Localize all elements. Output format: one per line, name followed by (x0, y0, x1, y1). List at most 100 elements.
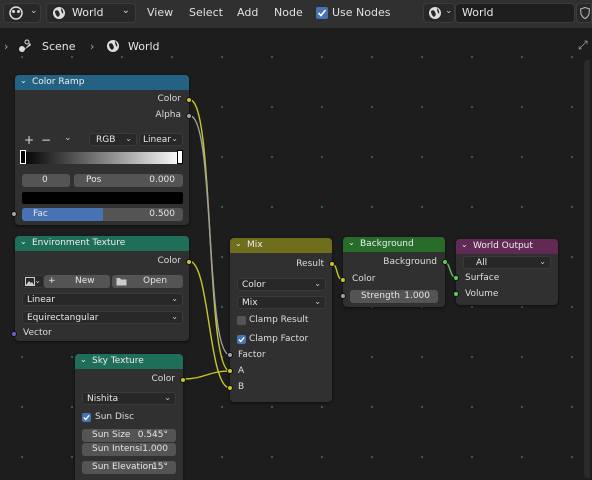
sun-size-label: Sun Size (92, 430, 131, 440)
mix-header[interactable]: ⌄ Mix (230, 238, 332, 253)
sun-size-field[interactable]: Sun Size 0.545° (82, 429, 176, 442)
sun-intensity-field[interactable]: Sun Intensi 1.000 (82, 443, 176, 456)
chevron-down-icon: ⌄ (125, 134, 132, 143)
output-color-socket[interactable] (180, 377, 186, 383)
clamp-result-checkbox[interactable] (237, 316, 246, 325)
collapse-chevron-icon[interactable]: ⌄ (20, 237, 27, 246)
output-result-label: Result (296, 259, 324, 269)
sun-elevation-value: 15° (152, 462, 168, 472)
interpolation-value: Linear (143, 135, 171, 145)
mix-node[interactable]: ⌄ Mix Result Color ⌄ Mix ⌄ Clamp Result … (227, 238, 335, 402)
strength-label: Strength (361, 291, 400, 301)
fac-value: 0.500 (149, 209, 175, 219)
link-sky-color-to-mix-a (182, 370, 231, 380)
target-dropdown[interactable]: All ⌄ (463, 256, 551, 269)
sky-texture-header[interactable]: ⌄ Sky Texture (75, 354, 183, 369)
strength-field[interactable]: Strength 1.000 (350, 290, 438, 303)
input-surface-label: Surface (465, 273, 500, 283)
input-strength-socket[interactable] (340, 293, 346, 299)
input-vector-socket[interactable] (11, 331, 17, 337)
interpolation-value: Linear (27, 295, 55, 305)
clamp-factor-checkbox[interactable] (237, 335, 246, 344)
output-result-socket[interactable] (329, 261, 335, 267)
input-fac-socket[interactable] (11, 211, 17, 217)
output-background-socket[interactable] (442, 259, 448, 265)
environment-texture-title: Environment Texture (32, 238, 126, 248)
chevron-down-icon: ⌄ (34, 276, 41, 285)
stop-position-field[interactable]: Pos 0.000 (74, 174, 183, 187)
interpolation-dropdown[interactable]: Linear ⌄ (139, 133, 183, 146)
input-volume-socket[interactable] (453, 291, 459, 297)
chevron-down-icon: ⌄ (314, 297, 321, 306)
color-ramp-gradient[interactable] (22, 152, 182, 164)
background-header[interactable]: ⌄ Background (343, 237, 445, 252)
input-b-socket[interactable] (227, 385, 233, 391)
sky-type-dropdown[interactable]: Nishita ⌄ (82, 392, 176, 405)
output-background-label: Background (383, 257, 437, 267)
remove-stop-button[interactable]: − (41, 133, 51, 147)
add-stop-button[interactable]: + (24, 133, 34, 147)
output-alpha-label: Alpha (155, 110, 181, 120)
collapse-chevron-icon[interactable]: ⌄ (80, 355, 87, 364)
input-a-socket[interactable] (227, 368, 233, 374)
interpolation-dropdown[interactable]: Linear ⌄ (22, 293, 183, 306)
new-image-button[interactable]: + New (44, 275, 110, 288)
background-node[interactable]: ⌄ Background Background Color Strength 1… (340, 237, 448, 307)
collapse-chevron-icon[interactable]: ⌄ (461, 240, 468, 249)
stop-index-value: 0 (42, 175, 48, 185)
input-a-label: A (238, 366, 245, 376)
input-color-label: Color (352, 274, 376, 284)
chevron-down-icon: ⌄ (164, 393, 171, 402)
checkmark-icon (83, 414, 90, 421)
input-factor-socket[interactable] (227, 352, 233, 358)
mix-title: Mix (247, 240, 263, 250)
collapse-chevron-icon[interactable]: ⌄ (348, 238, 355, 247)
stop-index-field[interactable]: 0 (22, 174, 70, 187)
clamp-factor-label: Clamp Factor (249, 334, 309, 344)
output-color-socket[interactable] (186, 259, 192, 265)
sky-type-value: Nishita (87, 394, 119, 404)
input-color-socket[interactable] (340, 277, 346, 283)
blend-type-dropdown[interactable]: Mix ⌄ (237, 296, 326, 309)
stop-color-swatch[interactable] (22, 192, 183, 204)
collapse-chevron-icon[interactable]: ⌄ (235, 239, 242, 248)
input-surface-socket[interactable] (453, 275, 459, 281)
ramp-specials-menu[interactable]: ⌄ (64, 133, 72, 143)
sky-texture-node[interactable]: ⌄ Sky Texture Color Nishita ⌄ Sun Disc S… (75, 354, 186, 480)
sidebar-edge[interactable] (584, 60, 590, 478)
background-title: Background (360, 239, 414, 249)
projection-dropdown[interactable]: Equirectangular ⌄ (22, 311, 183, 324)
input-vector-label: Vector (23, 328, 52, 338)
output-color-label: Color (157, 94, 182, 104)
projection-value: Equirectangular (27, 313, 99, 323)
open-image-button[interactable]: Open (112, 275, 183, 288)
color-ramp-header[interactable]: ⌄ Color Ramp (15, 75, 189, 90)
fac-slider[interactable]: Fac 0.500 (22, 208, 183, 221)
output-alpha-socket[interactable] (186, 113, 192, 119)
environment-texture-header[interactable]: ⌄ Environment Texture (15, 236, 189, 251)
ramp-stop-white[interactable] (177, 150, 183, 164)
world-output-header[interactable]: ⌄ World Output (456, 239, 558, 254)
world-output-node[interactable]: ⌄ World Output All ⌄ Surface Volume (453, 239, 558, 305)
image-browse-button[interactable]: ⌄ (22, 275, 44, 288)
data-type-dropdown[interactable]: Color ⌄ (237, 278, 326, 291)
collapse-chevron-icon[interactable]: ⌄ (20, 76, 27, 85)
output-color-socket[interactable] (186, 97, 192, 103)
checkmark-icon (238, 336, 245, 343)
sky-texture-title: Sky Texture (92, 356, 144, 366)
folder-icon (116, 278, 127, 286)
stop-position-value: 0.000 (149, 175, 175, 185)
sun-disc-checkbox[interactable] (82, 413, 91, 422)
input-b-label: B (238, 382, 245, 392)
plus-icon: + (48, 276, 56, 286)
environment-texture-node[interactable]: ⌄ Environment Texture Color ⌄ + New Open… (11, 236, 192, 341)
sun-elevation-field[interactable]: Sun Elevation 15° (82, 461, 176, 474)
ramp-stop-black[interactable] (20, 150, 26, 164)
sun-size-value: 0.545° (137, 430, 168, 440)
fac-label: Fac (33, 209, 48, 219)
sun-disc-label: Sun Disc (95, 412, 135, 422)
chevron-down-icon: ⌄ (171, 134, 178, 143)
color-ramp-node[interactable]: ⌄ Color Ramp Color Alpha + − ⌄ RGB ⌄ Lin… (11, 75, 192, 225)
color-mode-dropdown[interactable]: RGB ⌄ (89, 133, 137, 146)
new-image-label: New (75, 276, 95, 286)
